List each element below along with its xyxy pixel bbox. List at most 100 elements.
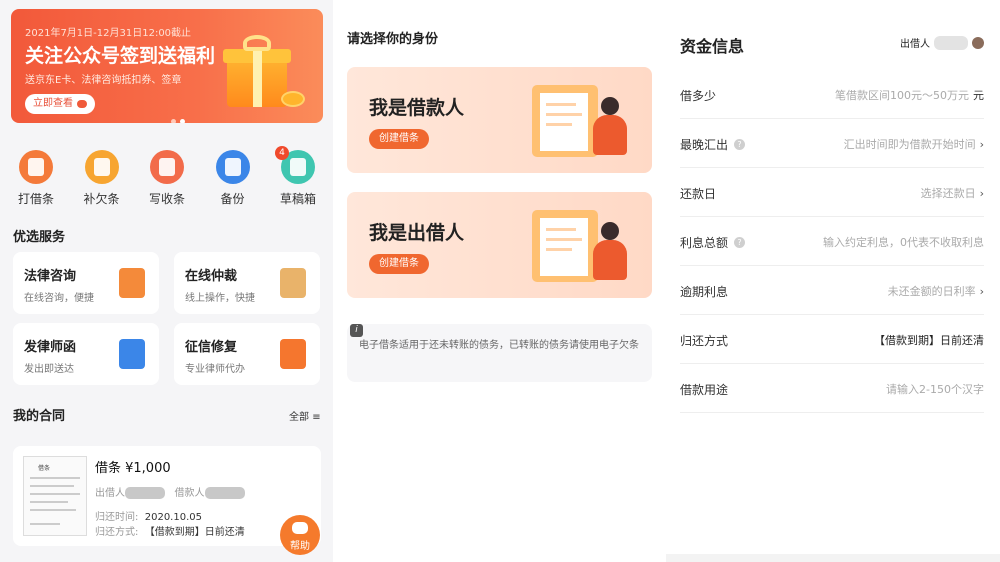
chevron-right-icon: ›	[979, 284, 984, 298]
help-label: 帮助	[290, 541, 310, 552]
avatar	[972, 36, 984, 49]
info-icon: i	[350, 324, 363, 337]
iou-icon	[19, 150, 53, 184]
amount-unit: 元	[973, 89, 984, 102]
return-method-label: 归还方式:	[95, 527, 139, 538]
field-label: 还款日	[680, 187, 717, 201]
quick-action-label: 补欠条	[83, 192, 120, 206]
service-legal-consult[interactable]: 法律咨询 在线咨询，便捷	[13, 252, 159, 314]
service-desc: 线上操作，快捷	[185, 293, 255, 304]
quick-action-backup[interactable]: 备份	[205, 150, 261, 207]
borrower-label: 借款人	[174, 488, 205, 499]
amount-input[interactable]: 笔借款区间100元～50万元	[835, 87, 969, 103]
backup-icon	[215, 150, 250, 184]
interest-input[interactable]: 输入约定利息，0代表不收取利息	[823, 234, 984, 250]
services-title: 优选服务	[13, 230, 66, 245]
banner-subtitle: 送京东E卡、法律咨询抵扣券、签章	[25, 75, 182, 86]
create-iou-button[interactable]: 创建借条	[369, 254, 429, 274]
carousel-indicator	[171, 119, 185, 123]
field-label: 借款用途	[680, 383, 729, 397]
clipboard-icon	[532, 210, 598, 282]
service-name: 在线仲裁	[185, 269, 238, 284]
contract-return-method: 归还方式: 【借款到期】日前还清	[95, 523, 245, 538]
service-arbitration[interactable]: 在线仲裁 线上操作，快捷	[174, 252, 320, 314]
home-screen: 2021年7月1日-12月31日12:00截止 关注公众号签到送福利 送京东E卡…	[0, 0, 333, 562]
quick-action-iou[interactable]: 打借条	[8, 150, 64, 207]
identity-screen: 请选择你的身份 我是借款人 创建借条 我是出借人 创建借条 i 电子借条适用于还…	[334, 0, 664, 562]
hand-icon	[77, 100, 87, 108]
help-button[interactable]: 帮助	[280, 515, 320, 555]
create-iou-button[interactable]: 创建借条	[369, 129, 429, 149]
lender-selector[interactable]: 出借人	[900, 35, 984, 50]
receipt-icon	[150, 150, 184, 184]
field-total-interest[interactable]: 利息总额? 输入约定利息，0代表不收取利息	[680, 217, 984, 266]
field-value: 选择还款日	[920, 187, 976, 200]
field-label: 借多少	[680, 89, 717, 103]
field-value: 未还金额的日利率	[887, 285, 976, 298]
identity-title: 请选择你的身份	[347, 32, 439, 47]
debt-note-icon	[84, 150, 119, 184]
scales-icon	[280, 268, 306, 298]
field-repayment-date[interactable]: 还款日 选择还款日 ›	[680, 168, 984, 217]
promo-banner[interactable]: 2021年7月1日-12月31日12:00截止 关注公众号签到送福利 送京东E卡…	[11, 9, 323, 123]
drafts-icon: 4	[275, 146, 315, 184]
field-latest-transfer[interactable]: 最晚汇出? 汇出时间即为借款开始时间 ›	[680, 119, 984, 168]
document-icon	[532, 85, 598, 157]
chevron-right-icon: ›	[979, 137, 984, 151]
wrench-doc-icon	[280, 339, 306, 369]
quick-actions: 打借条 补欠条 写收条 备份 4 草稿箱	[8, 146, 326, 207]
quick-action-label: 草稿箱	[279, 192, 316, 206]
banner-title: 关注公众号签到送福利	[25, 45, 216, 67]
contract-parties: 出借人 借款人	[95, 484, 245, 499]
field-amount[interactable]: 借多少 笔借款区间100元～50万元元	[680, 70, 984, 119]
field-label: 利息总额	[680, 236, 729, 250]
help-icon[interactable]: ?	[734, 139, 746, 150]
quick-action-label: 写收条	[148, 192, 185, 206]
field-label: 归还方式	[680, 334, 729, 348]
info-note: i 电子借条适用于还未转账的债务，已转账的债务请使用电子欠条	[347, 324, 652, 382]
field-label: 逾期利息	[680, 285, 729, 299]
all-contracts-link[interactable]: 全部 ≡	[289, 408, 321, 423]
role-lender-card[interactable]: 我是出借人 创建借条	[347, 192, 652, 298]
return-time-label: 归还时间:	[95, 512, 139, 523]
role-borrower-card[interactable]: 我是借款人 创建借条	[347, 67, 652, 173]
redacted-name	[934, 35, 968, 50]
service-lawyer-letter[interactable]: 发律师函 发出即送达	[13, 323, 159, 385]
field-label: 最晚汇出	[680, 138, 729, 152]
field-value: 【借款到期】日前还清	[874, 334, 984, 347]
return-time-value: 2020.10.05	[144, 512, 202, 523]
service-name: 法律咨询	[24, 269, 77, 284]
redacted-name	[125, 487, 165, 499]
envelope-icon	[119, 339, 145, 369]
info-note-text: 电子借条适用于还未转账的债务，已转账的债务请使用电子欠条	[359, 340, 639, 351]
return-method-value: 【借款到期】日前还清	[144, 527, 245, 538]
quick-action-label: 打借条	[17, 192, 54, 206]
help-icon[interactable]: ?	[734, 237, 746, 248]
drafts-count-badge: 4	[275, 146, 289, 160]
quick-action-drafts[interactable]: 4 草稿箱	[270, 146, 326, 207]
contract-thumbnail: 借条	[23, 456, 87, 536]
service-desc: 发出即送达	[24, 364, 74, 375]
service-credit-repair[interactable]: 征信修复 专业律师代办	[174, 323, 320, 385]
lender-label: 出借人	[900, 39, 930, 50]
contracts-title: 我的合同	[13, 409, 66, 424]
filter-icon: ≡	[312, 412, 321, 423]
quick-action-receipt[interactable]: 写收条	[139, 150, 195, 207]
field-loan-purpose[interactable]: 借款用途 请输入2-150个汉字	[680, 364, 984, 413]
banner-view-label: 立即查看	[33, 98, 73, 109]
purpose-input[interactable]: 请输入2-150个汉字	[886, 381, 984, 397]
quick-action-debt-note[interactable]: 补欠条	[74, 150, 130, 207]
robot-icon	[292, 522, 308, 534]
thumb-title: 借条	[38, 465, 51, 472]
contract-card[interactable]: 借条 借条 ¥1,000 出借人 借款人 归还时间: 2020.10.05 归还…	[13, 446, 321, 546]
role-title: 我是借款人	[369, 97, 465, 119]
banner-view-button[interactable]: 立即查看	[25, 94, 95, 114]
field-overdue-interest[interactable]: 逾期利息 未还金额的日利率 ›	[680, 266, 984, 315]
role-title: 我是出借人	[369, 222, 465, 244]
law-book-icon	[119, 268, 145, 298]
lender-label: 出借人	[95, 488, 125, 499]
quick-action-label: 备份	[220, 192, 245, 206]
fund-info-title: 资金信息	[680, 37, 745, 56]
field-repayment-method[interactable]: 归还方式 【借款到期】日前还清	[680, 315, 984, 364]
redacted-name	[204, 487, 245, 499]
